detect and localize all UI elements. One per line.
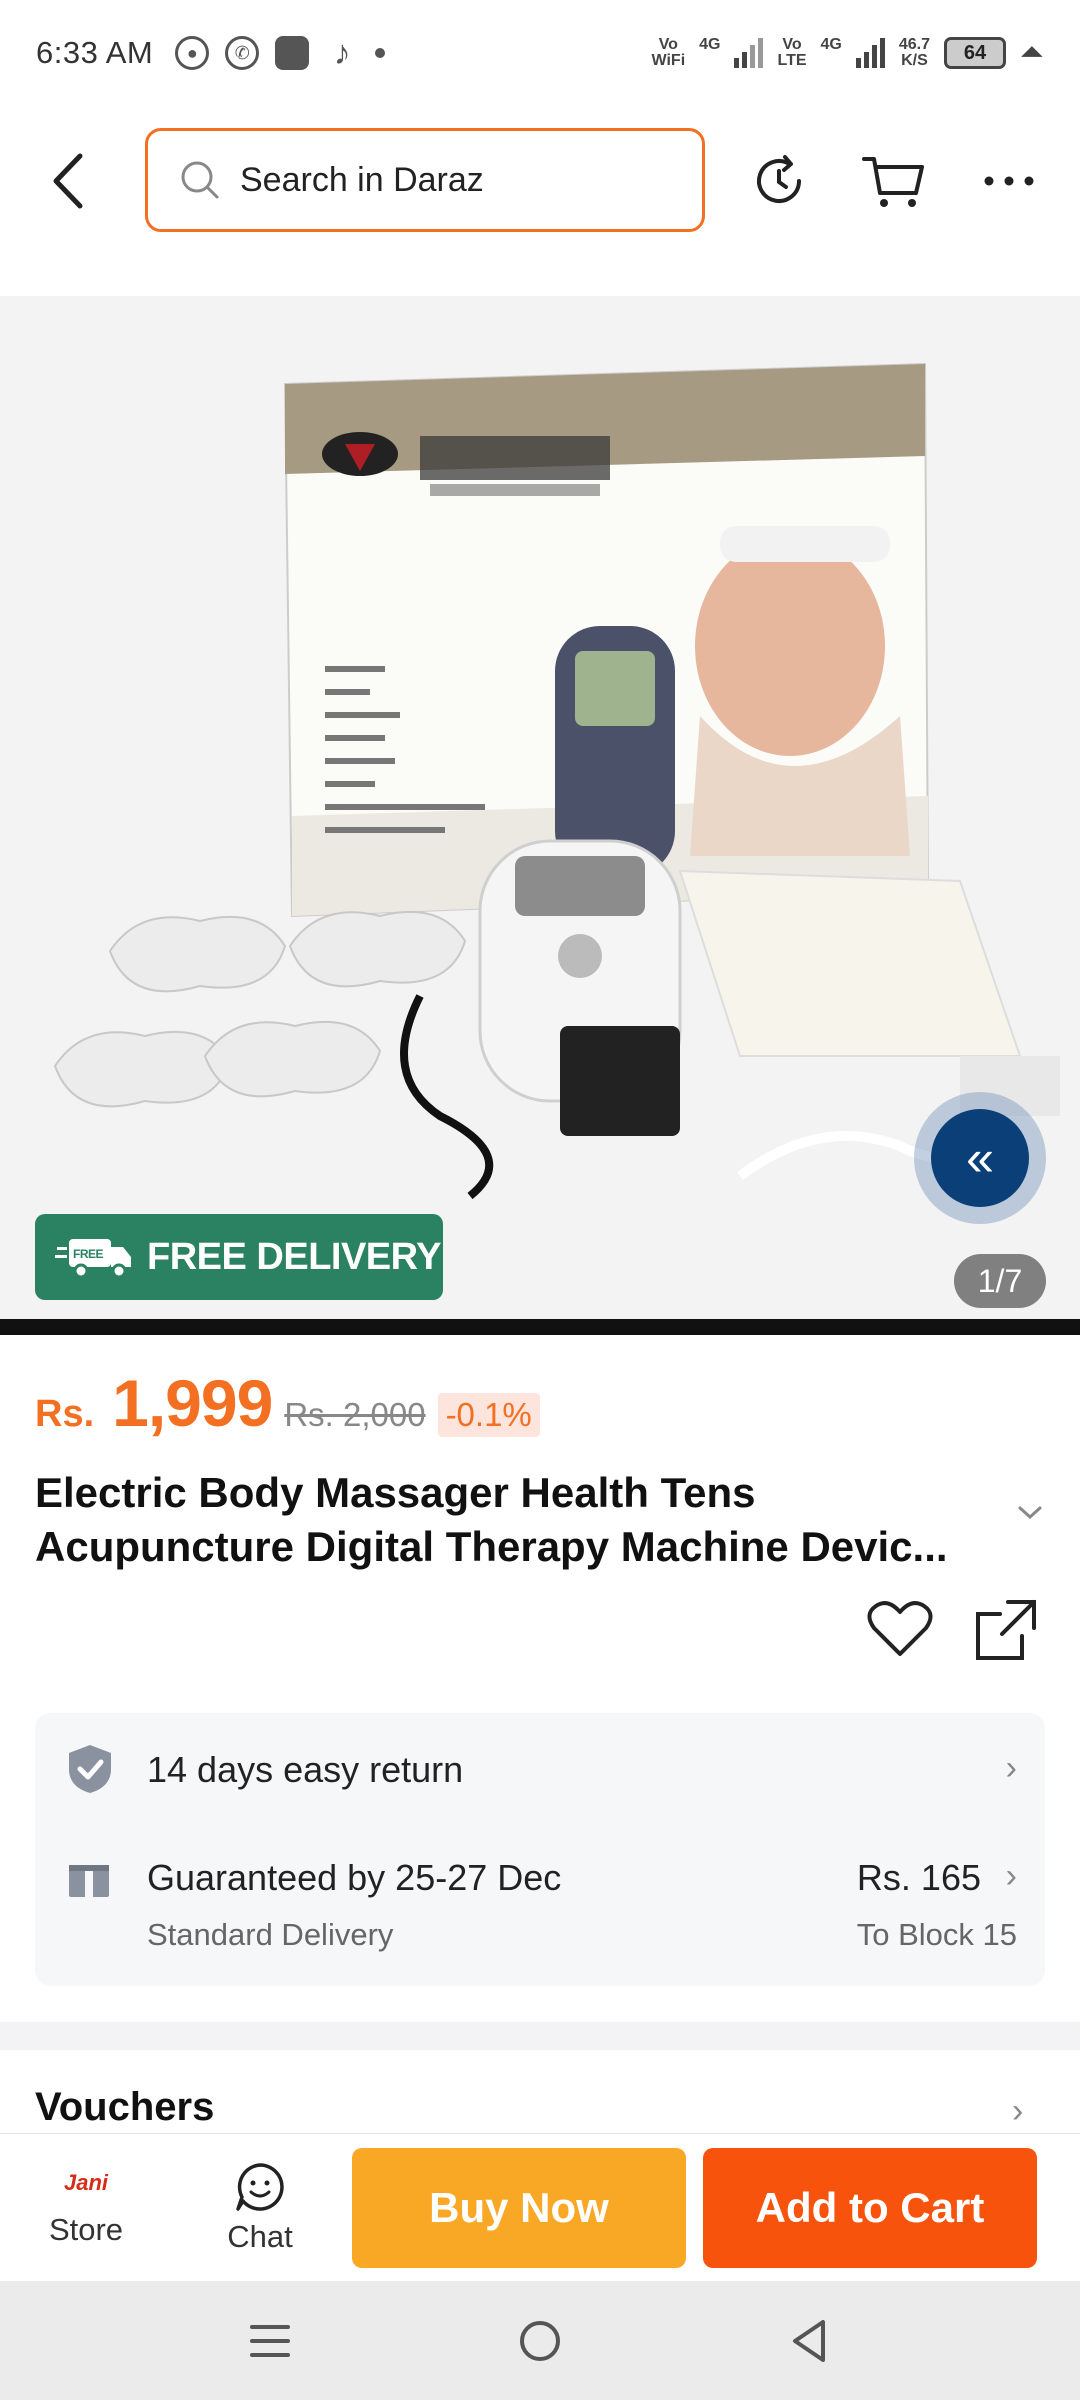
currency-label: Rs.: [35, 1393, 95, 1435]
home-button[interactable]: [510, 2311, 570, 2371]
status-time: 6:33 AM: [36, 35, 154, 70]
chat-label: Chat: [227, 2219, 293, 2254]
return-chevron-icon: ›: [1005, 1749, 1017, 1787]
add-to-cart-button[interactable]: Add to Cart: [703, 2148, 1037, 2268]
back-arrow-icon: [53, 153, 83, 209]
net1-bottom: WiFi: [651, 52, 686, 69]
buy-now-button[interactable]: Buy Now: [352, 2148, 686, 2268]
recent-apps-button[interactable]: [240, 2311, 300, 2371]
expand-title-chevron-icon[interactable]: [1016, 1504, 1044, 1522]
delivery-guarantee-text: Guaranteed by 25-27 Dec: [147, 1857, 562, 1898]
more-dots-icon: [984, 176, 1034, 186]
whatsapp-icon: ✆: [225, 36, 260, 70]
share-icon[interactable]: [974, 1598, 1038, 1662]
service-card: 14 days easy return › Guaranteed by 25-2…: [35, 1713, 1045, 1986]
return-policy-text: 14 days easy return: [147, 1749, 464, 1790]
package-icon: [69, 1857, 109, 1897]
back-triangle-icon: [793, 2320, 825, 2362]
delivery-row[interactable]: Guaranteed by 25-27 Dec Standard Deliver…: [35, 1823, 1045, 1986]
vouchers-chevron-icon[interactable]: ›: [1012, 2092, 1023, 2131]
double-chevron-left-icon: «: [931, 1109, 1029, 1207]
bottom-action-bar: Jani Store Chat Buy Now Add to Cart: [0, 2133, 1080, 2281]
shield-check-icon: [69, 1745, 111, 1793]
gallery-app-icon: [275, 36, 310, 70]
net2-top: Vo: [782, 36, 802, 53]
notification-icons: ● ✆ ♪: [175, 33, 386, 72]
product-title-line-1: Electric Body Massager Health Tens: [35, 1469, 756, 1516]
battery-icon: 64: [944, 37, 1006, 69]
store-label: Store: [48, 2212, 124, 2247]
vouchers-title[interactable]: Vouchers: [35, 2085, 214, 2130]
volte-indicator: Vo LTE: [777, 37, 806, 69]
store-button[interactable]: Jani Store: [30, 2134, 142, 2282]
net1-gen: 4G: [699, 36, 721, 53]
status-bar: 6:33 AM ● ✆ ♪ Vo WiFi 4G Vo LTE 4G 46.7 …: [0, 0, 1080, 106]
delivery-fee: Rs. 165: [856, 1857, 981, 1898]
carousel-progress-bar: [0, 1319, 1080, 1335]
image-page-counter: 1/7: [954, 1254, 1046, 1308]
more-options-button[interactable]: [974, 146, 1044, 216]
camera-app-icon: ●: [175, 36, 210, 70]
refresh-history-icon: [757, 155, 801, 203]
search-icon: [181, 161, 219, 199]
chat-button[interactable]: Chat: [200, 2134, 320, 2282]
signal-icon-1: [734, 38, 764, 68]
delivery-type-text: Standard Delivery: [147, 1917, 394, 1952]
signal-icon-2: [855, 38, 885, 68]
cart-button[interactable]: [858, 146, 928, 216]
flask-icon: ⏶: [1020, 36, 1044, 69]
original-price: Rs. 2,000: [284, 1396, 426, 1433]
cart-icon: [862, 157, 924, 207]
vowifi-indicator: Vo WiFi: [652, 37, 686, 69]
more-notifications-icon: [375, 48, 386, 58]
speed-unit: K/S: [901, 52, 928, 69]
net1-top: Vo: [658, 36, 678, 53]
product-title-line-2: Acupuncture Digital Therapy Machine Devi…: [35, 1523, 948, 1570]
search-input[interactable]: Search in Daraz: [145, 128, 705, 232]
store-logo: Jani: [63, 2170, 109, 2195]
section-divider: [0, 2022, 1080, 2050]
home-circle-icon: [520, 2321, 560, 2361]
free-delivery-text: FREE DELIVERY: [147, 1235, 442, 1278]
back-button[interactable]: [44, 146, 104, 216]
battery-level: 64: [963, 41, 987, 64]
system-back-button[interactable]: [780, 2311, 840, 2371]
return-policy-row[interactable]: 14 days easy return ›: [35, 1713, 1045, 1823]
delivery-chevron-icon: ›: [1005, 1857, 1017, 1895]
search-placeholder: Search in Daraz: [240, 160, 484, 199]
system-indicators: Vo WiFi 4G Vo LTE 4G 46.7 K/S 64 ⏶: [652, 36, 1044, 70]
tiktok-icon: ♪: [333, 33, 351, 72]
speed-value: 46.7: [898, 36, 930, 53]
top-header: Search in Daraz: [0, 110, 1080, 250]
discount-badge: -0.1%: [437, 1393, 540, 1437]
truck-label: FREE: [73, 1247, 104, 1261]
wishlist-heart-icon[interactable]: [866, 1598, 934, 1660]
system-navigation-bar: [0, 2281, 1080, 2400]
chat-bubble-icon: [236, 2163, 284, 2211]
network-speed: 46.7 K/S: [899, 37, 930, 69]
price-row: Rs. 1,999 Rs. 2,000 -0.1%: [35, 1365, 540, 1441]
current-price: 1,999: [112, 1366, 273, 1440]
product-image-carousel[interactable]: FREE FREE DELIVERY « 1/7: [0, 296, 1080, 1319]
delivery-truck-icon: FREE: [55, 1239, 131, 1279]
product-title[interactable]: Electric Body Massager Health Tens Acupu…: [35, 1466, 995, 1574]
collapse-gallery-button[interactable]: «: [914, 1092, 1046, 1224]
delivery-destination: To Block 15: [856, 1917, 1017, 1952]
free-delivery-badge: FREE FREE DELIVERY: [35, 1214, 443, 1300]
net2-bottom: LTE: [777, 52, 807, 69]
history-button[interactable]: [744, 146, 814, 216]
net2-gen: 4G: [820, 36, 842, 53]
menu-lines-icon: [250, 2325, 290, 2357]
